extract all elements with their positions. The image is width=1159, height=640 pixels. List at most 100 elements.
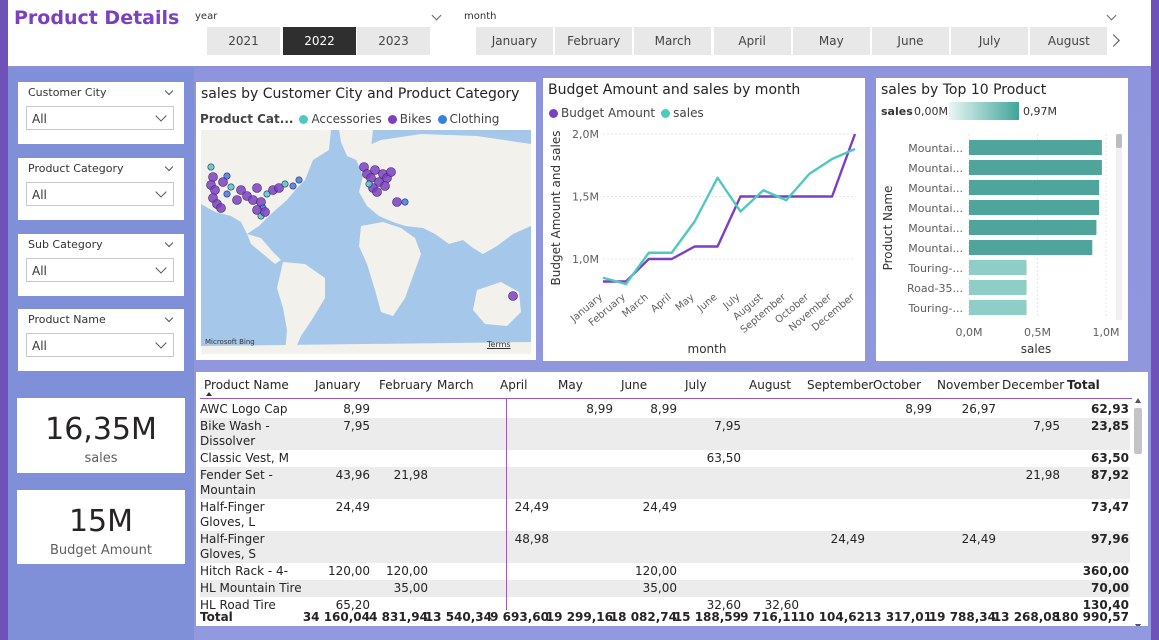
table-cell: 120,00 [635,564,677,578]
x-tick-label: May [674,292,697,314]
map-bubble[interactable] [207,163,215,171]
month-option-january[interactable]: January [476,27,554,55]
table-scrollbar[interactable] [1134,398,1142,626]
sort-ascending-icon[interactable] [206,392,212,396]
column-header-product-name[interactable]: Product Name [204,378,289,392]
chevron-down-icon[interactable] [164,86,174,96]
legend-item[interactable]: Bikes [400,112,432,126]
chevron-down-icon[interactable] [164,162,174,172]
map-bubble[interactable] [232,195,242,205]
map-bubble[interactable] [370,165,380,175]
sales-matrix[interactable]: Product Name January February March April Ma… [196,372,1148,626]
map-bubble[interactable] [372,187,382,197]
map-visual[interactable]: sales by Customer City and Product Categ… [196,82,536,360]
map-bubble[interactable] [248,195,258,205]
product-category-dropdown[interactable]: All [26,182,174,206]
year-slicer-chevron-icon[interactable] [431,10,442,21]
bar[interactable] [969,180,1100,195]
map-bubble[interactable] [386,167,396,177]
map-bubble[interactable] [208,172,218,182]
month-option-august[interactable]: August [1030,27,1109,55]
product-name-dropdown[interactable]: All [26,333,174,357]
year-option-2021[interactable]: 2021 [207,27,281,55]
map-bubble[interactable] [295,176,303,184]
row-product-name[interactable]: HL Mountain Tire [200,581,306,596]
bar[interactable] [969,240,1093,255]
column-header-december[interactable]: December [1002,378,1064,392]
column-header-october[interactable]: October [873,378,921,392]
month-slicer-chevron-icon[interactable] [1106,10,1117,21]
scroll-down-icon[interactable] [1135,624,1141,626]
map-bubble[interactable] [227,183,235,191]
month-slicer-next-icon[interactable] [1107,34,1120,47]
row-product-name[interactable]: AWC Logo Cap [200,402,306,417]
column-header-august[interactable]: August [749,378,791,392]
month-option-february[interactable]: February [555,27,634,55]
bar-chart-visual[interactable]: sales by Top 10 Product sales 0,00M 0,97… [876,78,1128,361]
month-option-april[interactable]: April [713,27,792,55]
map-bubble[interactable] [289,182,297,190]
map-bubble[interactable] [392,197,402,207]
customer-city-dropdown[interactable]: All [26,106,174,130]
year-option-2022[interactable]: 2022 [283,27,357,55]
scrollbar-thumb[interactable] [1116,134,1122,148]
row-product-name[interactable]: Half-Finger Gloves, S [200,532,306,562]
month-option-june[interactable]: June [872,27,950,55]
map-canvas[interactable]: Microsoft Bing Terms [201,130,531,354]
bar-chart-scrollbar[interactable] [1116,134,1122,320]
column-header-february[interactable]: February [379,378,432,392]
month-slicer-label: month [464,11,497,22]
legend-item[interactable]: Clothing [450,112,500,126]
scrollbar-thumb[interactable] [1134,408,1142,454]
bar[interactable] [969,300,1027,315]
column-header-november[interactable]: November [937,378,999,392]
series-line-sales[interactable] [602,147,856,286]
map-bubble[interactable] [380,181,390,191]
map-bubble[interactable] [216,203,226,213]
bar[interactable] [969,160,1102,175]
table-row[interactable] [200,418,1130,450]
bar[interactable] [969,220,1097,235]
row-product-name[interactable]: Half-Finger Gloves, L [200,500,306,530]
bar[interactable] [969,260,1027,275]
table-cell: 24,49 [830,532,865,546]
map-bubble[interactable] [508,291,518,301]
legend-item[interactable]: Accessories [311,112,381,126]
row-product-name[interactable]: Classic Vest, M [200,451,306,466]
map-bubble[interactable] [223,190,231,198]
month-option-july[interactable]: July [951,27,1030,55]
terms-link[interactable]: Terms [487,340,511,349]
row-product-name[interactable]: Fender Set - Mountain [200,468,306,498]
bar[interactable] [969,280,1027,295]
column-header-september[interactable]: September [807,378,873,392]
month-option-may[interactable]: May [792,27,871,55]
y-tick-label: Mountai... [908,162,963,175]
year-option-2023[interactable]: 2023 [357,27,431,55]
map-bubble[interactable] [401,198,409,206]
column-header-may[interactable]: May [558,378,583,392]
month-option-march[interactable]: March [634,27,713,55]
column-header-january[interactable]: January [315,378,361,392]
bar[interactable] [969,200,1100,215]
column-header-june[interactable]: June [621,378,647,392]
map-bubble[interactable] [210,185,220,195]
column-header-total[interactable]: Total [1067,378,1100,392]
sub-category-dropdown[interactable]: All [26,258,174,282]
map-bubble[interactable] [365,180,373,188]
bar[interactable] [969,140,1102,155]
dropdown-value: All [32,188,47,202]
map-bubble[interactable] [223,172,231,180]
map-bubble[interactable] [281,180,289,188]
map-bubble[interactable] [252,183,262,193]
line-chart-visual[interactable]: Budget Amount and sales by month Budget … [543,78,865,361]
map-bubble[interactable] [260,207,270,217]
header-divider [200,398,1132,399]
column-header-april[interactable]: April [500,378,527,392]
chevron-down-icon[interactable] [164,238,174,248]
column-header-july[interactable]: July [685,378,707,392]
row-product-name[interactable]: Bike Wash - Dissolver [200,419,306,449]
scroll-up-icon[interactable] [1135,398,1141,403]
column-header-march[interactable]: March [437,378,474,392]
table-row[interactable] [200,450,1130,467]
chevron-down-icon[interactable] [164,313,174,323]
